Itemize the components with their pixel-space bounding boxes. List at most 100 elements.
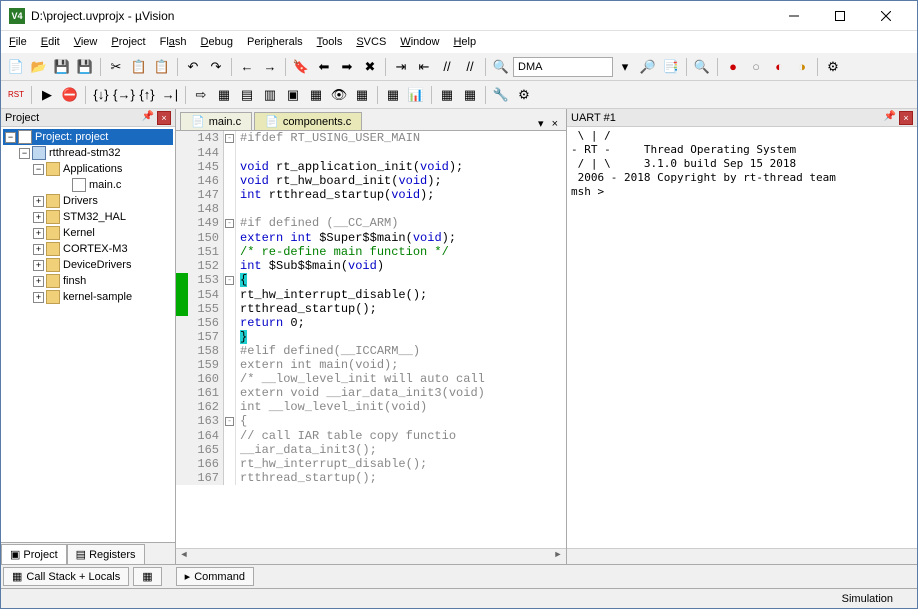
tab-project[interactable]: ▣ Project xyxy=(1,544,67,564)
tab-close-icon[interactable]: × xyxy=(548,118,562,130)
cut-icon[interactable]: ✂ xyxy=(105,56,127,78)
tree-folder[interactable]: +Drivers xyxy=(3,193,173,209)
code-line[interactable]: rtthread_startup(); xyxy=(236,471,566,485)
step-over-icon[interactable]: {→} xyxy=(113,84,135,106)
forward-icon[interactable]: → xyxy=(259,56,281,78)
tab-memory-icon[interactable]: ▦ xyxy=(133,567,161,586)
code-line[interactable]: int __low_level_init(void) xyxy=(236,400,566,414)
breakpoint-gutter[interactable] xyxy=(176,358,188,372)
code-line[interactable]: rt_hw_interrupt_disable(); xyxy=(236,288,566,302)
pin-icon[interactable]: 📌 xyxy=(883,111,897,125)
settings-icon[interactable]: ⚙ xyxy=(513,84,535,106)
fold-gutter[interactable]: - xyxy=(224,131,236,146)
fold-gutter[interactable] xyxy=(224,288,236,302)
close-button[interactable] xyxy=(863,2,909,30)
project-tree[interactable]: − ▦ Project: project − rtthread-stm32 −A… xyxy=(1,127,175,542)
dropdown-icon[interactable]: ▾ xyxy=(614,56,636,78)
minimize-button[interactable] xyxy=(771,2,817,30)
fold-gutter[interactable] xyxy=(224,358,236,372)
tab-command[interactable]: ▸ Command xyxy=(176,567,254,586)
bookmark-prev-icon[interactable]: ⬅ xyxy=(313,56,335,78)
panel-close-icon[interactable]: × xyxy=(157,111,171,125)
tree-toggle-icon[interactable]: − xyxy=(33,164,44,175)
undo-icon[interactable]: ↶ xyxy=(182,56,204,78)
breakpoint-gutter[interactable] xyxy=(176,457,188,471)
code-line[interactable]: extern int $Super$$main(void); xyxy=(236,231,566,245)
code-line[interactable]: #if defined (__CC_ARM) xyxy=(236,216,566,231)
disassembly-icon[interactable]: ▤ xyxy=(236,84,258,106)
panel-close-icon[interactable]: × xyxy=(899,111,913,125)
fold-gutter[interactable] xyxy=(224,386,236,400)
menu-flash[interactable]: Flash xyxy=(160,36,187,48)
fold-gutter[interactable]: - xyxy=(224,273,236,288)
menu-help[interactable]: Help xyxy=(453,36,476,48)
menu-file[interactable]: File xyxy=(9,36,27,48)
outdent-icon[interactable]: ⇤ xyxy=(413,56,435,78)
code-line[interactable] xyxy=(236,146,566,160)
fold-gutter[interactable] xyxy=(224,344,236,358)
breakpoint-kill-icon[interactable]: ◑ xyxy=(791,56,813,78)
tree-folder[interactable]: +CORTEX-M3 xyxy=(3,241,173,257)
breakpoint-gutter[interactable] xyxy=(176,414,188,429)
code-line[interactable]: #elif defined(__ICCARM__) xyxy=(236,344,566,358)
config-icon[interactable]: ⚙ xyxy=(822,56,844,78)
back-icon[interactable]: ← xyxy=(236,56,258,78)
symbols-icon[interactable]: ▥ xyxy=(259,84,281,106)
breakpoint-gutter[interactable] xyxy=(176,443,188,457)
callstack-icon[interactable]: ▦ xyxy=(305,84,327,106)
tree-toggle-icon[interactable]: + xyxy=(33,276,44,287)
breakpoint-gutter[interactable] xyxy=(176,202,188,216)
indent-icon[interactable]: ⇥ xyxy=(390,56,412,78)
trace-icon[interactable]: ▦ xyxy=(436,84,458,106)
tree-folder[interactable]: +STM32_HAL xyxy=(3,209,173,225)
tree-toggle-icon[interactable]: + xyxy=(33,244,44,255)
breakpoint-gutter[interactable] xyxy=(176,471,188,485)
breakpoint-gutter[interactable] xyxy=(176,344,188,358)
serial-icon[interactable]: ▦ xyxy=(382,84,404,106)
fold-gutter[interactable] xyxy=(224,231,236,245)
editor-tab-components[interactable]: 📄components.c xyxy=(254,112,362,130)
tree-root[interactable]: − ▦ Project: project xyxy=(3,129,173,145)
tree-toggle-icon[interactable]: + xyxy=(33,292,44,303)
step-icon[interactable]: {↓} xyxy=(90,84,112,106)
menu-peripherals[interactable]: Peripherals xyxy=(247,36,303,48)
search-input[interactable] xyxy=(513,57,613,77)
fold-gutter[interactable] xyxy=(224,316,236,330)
tree-folder[interactable]: +DeviceDrivers xyxy=(3,257,173,273)
tree-target[interactable]: − rtthread-stm32 xyxy=(3,145,173,161)
tab-registers[interactable]: ▤ Registers xyxy=(67,544,145,564)
fold-gutter[interactable] xyxy=(224,471,236,485)
code-line[interactable]: return 0; xyxy=(236,316,566,330)
breakpoint-gutter[interactable] xyxy=(176,429,188,443)
breakpoint-gutter[interactable] xyxy=(176,216,188,231)
pin-icon[interactable]: 📌 xyxy=(141,111,155,125)
reset-icon[interactable]: RST xyxy=(5,84,27,106)
editor-tab-main[interactable]: 📄main.c xyxy=(180,112,252,130)
tree-toggle-icon[interactable]: + xyxy=(33,260,44,271)
resize-grip-icon[interactable] xyxy=(893,591,909,607)
fold-gutter[interactable] xyxy=(224,259,236,273)
code-line[interactable]: // call IAR table copy functio xyxy=(236,429,566,443)
breakpoint-gutter[interactable] xyxy=(176,188,188,202)
menu-window[interactable]: Window xyxy=(400,36,439,48)
fold-gutter[interactable] xyxy=(224,443,236,457)
breakpoint-gutter[interactable] xyxy=(176,372,188,386)
code-line[interactable]: { xyxy=(236,414,566,429)
code-line[interactable]: /* re-define main function */ xyxy=(236,245,566,259)
bookmark-next-icon[interactable]: ➡ xyxy=(336,56,358,78)
analysis-icon[interactable]: 📊 xyxy=(405,84,427,106)
fold-gutter[interactable] xyxy=(224,245,236,259)
fold-gutter[interactable] xyxy=(224,174,236,188)
tree-file[interactable]: main.c xyxy=(3,177,173,193)
run-to-cursor-icon[interactable]: →| xyxy=(159,84,181,106)
breakpoint-gutter[interactable] xyxy=(176,386,188,400)
code-line[interactable]: { xyxy=(236,273,566,288)
fold-gutter[interactable] xyxy=(224,457,236,471)
breakpoint-gutter[interactable] xyxy=(176,174,188,188)
breakpoint-enable-icon[interactable]: ○ xyxy=(745,56,767,78)
redo-icon[interactable]: ↷ xyxy=(205,56,227,78)
fold-gutter[interactable] xyxy=(224,330,236,344)
menu-debug[interactable]: Debug xyxy=(201,36,233,48)
find-files-icon[interactable]: 🔎 xyxy=(637,56,659,78)
tree-folder[interactable]: +Kernel xyxy=(3,225,173,241)
